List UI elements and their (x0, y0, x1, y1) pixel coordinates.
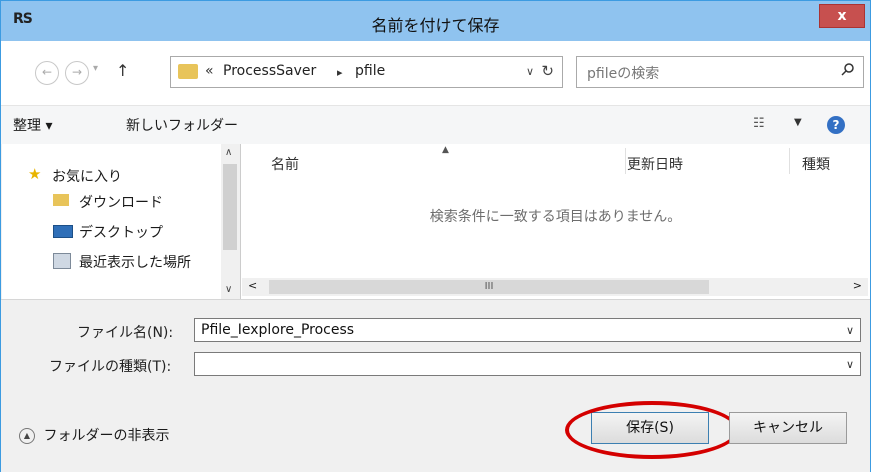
forward-arrow-icon[interactable]: → (65, 61, 89, 85)
back-arrow-icon[interactable]: ← (35, 61, 59, 85)
save-as-dialog: RS 名前を付けて保存 x ← → ▾ ↑ « ProcessSaver ▸ p… (0, 0, 871, 472)
empty-message: 検索条件に一致する項目はありません。 (429, 209, 682, 225)
file-list: ▲ 名前 更新日時 種類 検索条件に一致する項目はありません。 (241, 144, 870, 299)
sidebar-item-downloads[interactable]: ダウンロード (53, 192, 163, 212)
hide-folders-label: フォルダーの非表示 (43, 428, 170, 444)
file-list-scroll-thumb[interactable]: III (269, 280, 709, 294)
dialog-title: 名前を付けて保存 (371, 16, 500, 35)
highlight-annotation (565, 401, 739, 459)
new-folder-button[interactable]: 新しいフォルダー (126, 115, 238, 135)
filetype-dropdown-icon[interactable]: ∨ (846, 358, 854, 371)
download-folder-icon (53, 194, 69, 206)
sidebar-item-recent-places[interactable]: 最近表示した場所 (53, 252, 191, 272)
title-bar[interactable]: RS 名前を付けて保存 x (1, 1, 870, 41)
refresh-icon[interactable]: ↻ (541, 62, 554, 80)
filetype-select[interactable]: ∨ (194, 352, 861, 376)
column-divider[interactable] (789, 148, 790, 174)
save-form: ファイル名(N): Pfile_Iexplore_Process ∨ ファイルの… (1, 299, 870, 472)
sidebar-item-label: お気に入り (52, 169, 122, 185)
column-divider[interactable] (625, 148, 626, 174)
search-placeholder: pfileの検索 (587, 66, 660, 82)
organize-menu[interactable]: 整理 ▾ (13, 115, 52, 135)
folder-icon (178, 64, 198, 79)
search-icon[interactable] (841, 62, 855, 76)
recent-locations-chevron-icon[interactable]: ▾ (93, 63, 98, 74)
sidebar-item-desktop[interactable]: デスクトップ (53, 222, 163, 242)
filetype-label: ファイルの種類(T): (49, 359, 172, 375)
collapse-icon: ▲ (19, 428, 35, 444)
search-box[interactable]: pfileの検索 (576, 56, 864, 88)
star-icon: ★ (28, 165, 42, 183)
scroll-down-icon[interactable]: ∨ (225, 284, 232, 295)
file-list-scrollbar[interactable]: < III > (242, 278, 868, 296)
column-header-modified[interactable]: 更新日時 (627, 154, 683, 174)
scroll-left-icon[interactable]: < (248, 279, 257, 292)
breadcrumb-processsaver[interactable]: ProcessSaver (223, 63, 316, 79)
column-header-type[interactable]: 種類 (802, 154, 830, 174)
command-bar: 整理 ▾ 新しいフォルダー ☷ ▼ ? (1, 105, 870, 144)
sidebar-item-label: デスクトップ (79, 225, 163, 241)
address-row: ← → ▾ ↑ « ProcessSaver ▸ pfile ∨ ↻ pfile… (1, 41, 870, 105)
navigation-pane: ★ お気に入り ダウンロード デスクトップ 最近表示した場所 ∧ ∨ (2, 144, 241, 299)
filename-label: ファイル名(N): (77, 325, 174, 341)
sidebar-item-favorites[interactable]: ★ お気に入り (28, 165, 122, 186)
breadcrumb-pfile[interactable]: pfile (355, 63, 385, 79)
address-dropdown-icon[interactable]: ∨ (526, 65, 534, 78)
scroll-up-icon[interactable]: ∧ (225, 147, 232, 158)
up-arrow-icon[interactable]: ↑ (116, 61, 129, 80)
sidebar-item-label: 最近表示した場所 (79, 255, 191, 271)
filename-field[interactable]: Pfile_Iexplore_Process ∨ (194, 318, 861, 342)
cancel-button[interactable]: キャンセル (729, 412, 847, 444)
help-icon[interactable]: ? (827, 116, 845, 134)
view-chevron-icon[interactable]: ▼ (794, 117, 802, 128)
desktop-icon (53, 225, 73, 238)
filename-value: Pfile_Iexplore_Process (201, 322, 355, 338)
sidebar-item-label: ダウンロード (79, 195, 163, 211)
view-options-icon[interactable]: ☷ (753, 116, 765, 131)
recent-places-icon (53, 253, 71, 269)
close-button[interactable]: x (819, 4, 865, 28)
column-header-name[interactable]: 名前 (271, 154, 299, 174)
hide-folders-toggle[interactable]: ▲ フォルダーの非表示 (19, 425, 169, 445)
breadcrumb-overflow[interactable]: « (205, 63, 214, 79)
scroll-right-icon[interactable]: > (853, 279, 862, 292)
filename-dropdown-icon[interactable]: ∨ (846, 324, 854, 337)
sidebar-scroll-thumb[interactable] (223, 164, 237, 250)
sidebar-scrollbar[interactable]: ∧ ∨ (221, 144, 240, 299)
sort-ascending-icon: ▲ (442, 145, 449, 155)
address-bar[interactable]: « ProcessSaver ▸ pfile ∨ ↻ (170, 56, 563, 88)
breadcrumb-separator-icon[interactable]: ▸ (337, 66, 343, 79)
